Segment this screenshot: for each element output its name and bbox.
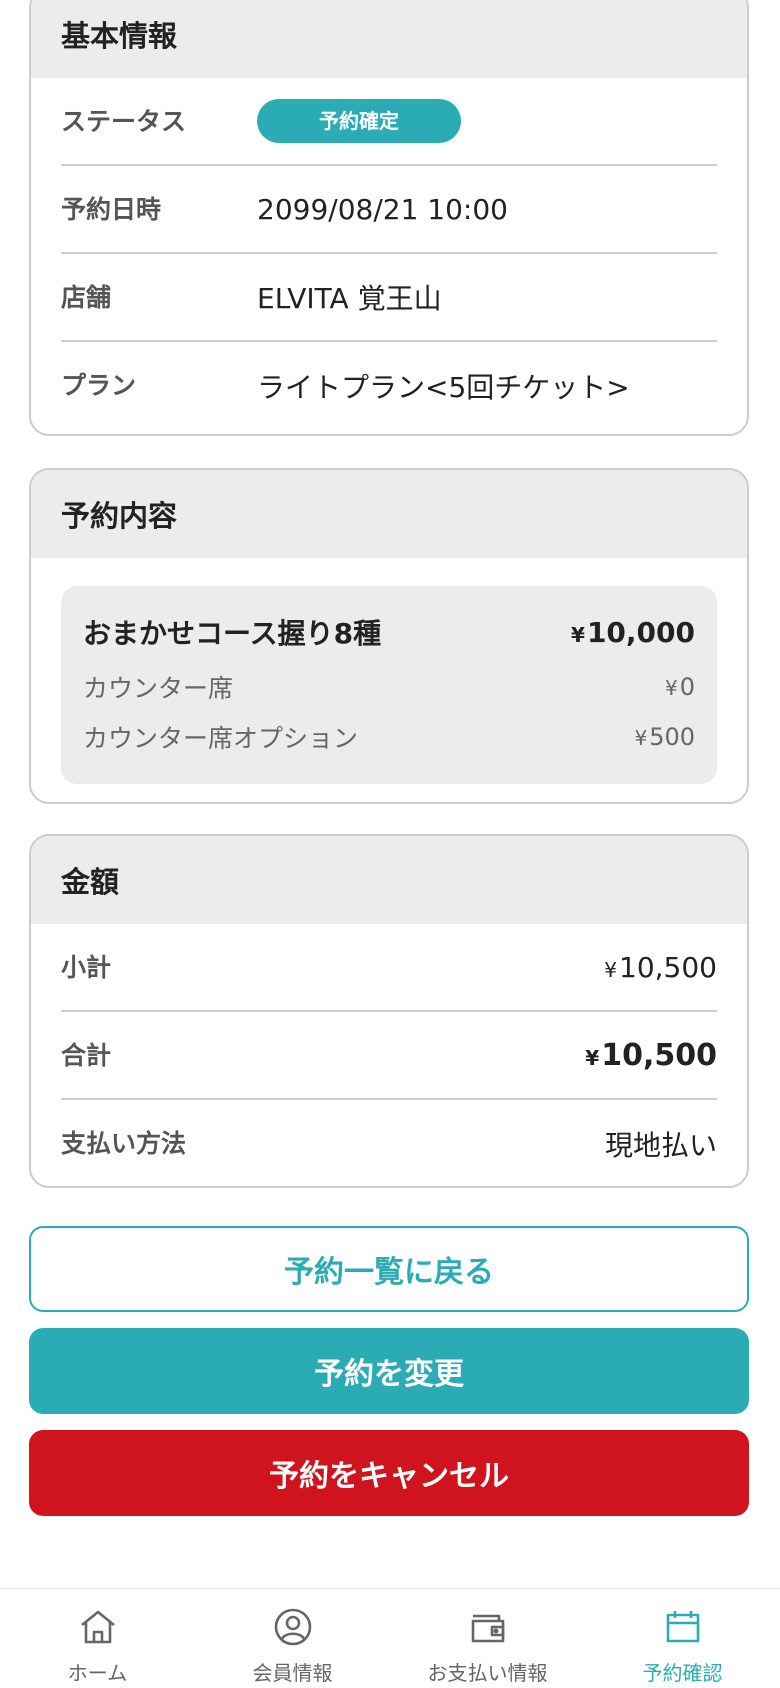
seat-price: ¥0: [665, 673, 695, 701]
subtotal-value: ¥10,500: [604, 951, 717, 984]
reservation-detail-page: 基本情報 ステータス 予約確定 予約日時 2099/08/21 10:00 店舗…: [0, 0, 780, 1688]
reservation-details-title: 予約内容: [31, 470, 747, 558]
option-name: カウンター席オプション: [83, 724, 359, 753]
course-name: おまかせコース握り8種: [83, 617, 382, 650]
seat-name: カウンター席: [83, 674, 234, 703]
tab-payment-info-label: お支払い情報: [427, 1661, 548, 1685]
wallet-icon: [471, 1614, 504, 1643]
subtotal-label: 小計: [61, 953, 112, 982]
calendar-icon: [666, 1611, 699, 1643]
total-label: 合計: [61, 1041, 112, 1070]
store-row: 店舗 ELVITA 覚王山: [61, 254, 717, 342]
tab-reservation-confirm-label: 予約確認: [642, 1661, 723, 1685]
user-circle-icon: [274, 1608, 311, 1646]
reservation-items-box: おまかせコース握り8種 ¥10,000 カウンター席 ¥0 カウンター席オプショ…: [61, 586, 717, 784]
payment-method-row: 支払い方法 現地払い: [61, 1100, 717, 1186]
status-row: ステータス 予約確定: [61, 78, 717, 166]
currency-symbol: ¥: [634, 726, 648, 750]
course-price: ¥10,000: [571, 616, 695, 649]
plan-value: ライトプラン<5回チケット>: [257, 371, 630, 404]
tab-member-info[interactable]: 会員情報: [195, 1589, 390, 1688]
store-label: 店舗: [61, 283, 112, 312]
plan-row: プラン ライトプラン<5回チケット>: [61, 342, 717, 430]
option-line: カウンター席オプション ¥500: [83, 712, 695, 762]
store-value: ELVITA 覚王山: [257, 282, 442, 315]
payment-method-label: 支払い方法: [61, 1129, 187, 1158]
course-line: おまかせコース握り8種 ¥10,000: [83, 612, 695, 652]
tab-payment-info[interactable]: お支払い情報: [390, 1589, 585, 1688]
tab-member-info-label: 会員情報: [252, 1661, 333, 1685]
plan-label: プラン: [61, 371, 137, 400]
course-price-value: 10,000: [586, 615, 695, 649]
datetime-value: 2099/08/21 10:00: [257, 192, 508, 226]
total-value: ¥10,500: [585, 1038, 717, 1073]
currency-symbol: ¥: [585, 1045, 600, 1070]
tab-home-label: ホーム: [67, 1661, 128, 1685]
back-to-list-button[interactable]: 予約一覧に戻る: [29, 1226, 749, 1312]
option-price: ¥500: [634, 723, 695, 751]
basic-info-card: 基本情報 ステータス 予約確定 予約日時 2099/08/21 10:00 店舗…: [29, 0, 749, 436]
amount-title: 金額: [31, 836, 747, 924]
seat-line: カウンター席 ¥0: [83, 662, 695, 712]
change-reservation-button[interactable]: 予約を変更: [29, 1328, 749, 1414]
cancel-reservation-button[interactable]: 予約をキャンセル: [29, 1430, 749, 1516]
subtotal-amount: 10,500: [619, 950, 717, 984]
total-amount: 10,500: [601, 1037, 717, 1073]
bottom-tab-bar: ホーム 会員情報 お支払い情報 予約確認: [0, 1588, 780, 1688]
currency-symbol: ¥: [571, 622, 585, 647]
payment-method-value: 現地払い: [604, 1129, 717, 1162]
currency-symbol: ¥: [664, 676, 678, 700]
tab-home[interactable]: ホーム: [0, 1589, 195, 1688]
option-price-value: 500: [649, 723, 695, 751]
home-icon: [80, 1610, 115, 1644]
datetime-row: 予約日時 2099/08/21 10:00: [61, 166, 717, 254]
basic-info-title: 基本情報: [31, 0, 747, 78]
status-label: ステータス: [61, 107, 187, 136]
currency-symbol: ¥: [604, 957, 618, 982]
reservation-details-card: 予約内容 おまかせコース握り8種 ¥10,000 カウンター席 ¥0 カウンター…: [29, 468, 749, 804]
seat-price-value: 0: [679, 673, 695, 701]
datetime-label: 予約日時: [61, 195, 162, 224]
tab-reservation-confirm[interactable]: 予約確認: [585, 1589, 780, 1688]
subtotal-row: 小計 ¥10,500: [61, 924, 717, 1012]
total-row: 合計 ¥10,500: [61, 1012, 717, 1100]
amount-card: 金額 小計 ¥10,500 合計 ¥10,500 支払い方法 現地払い: [29, 834, 749, 1188]
status-badge: 予約確定: [257, 99, 461, 143]
